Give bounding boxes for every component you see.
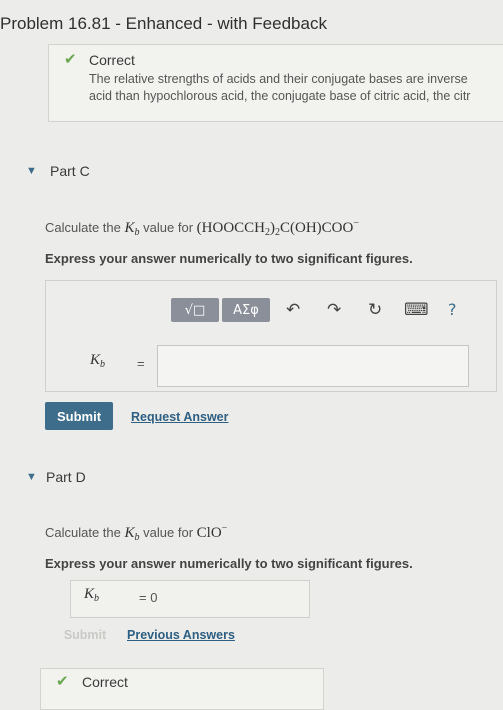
kb-label: Kb <box>84 586 100 604</box>
redo-icon[interactable]: ↷ <box>327 300 341 320</box>
undo-icon[interactable]: ↶ <box>286 300 300 320</box>
submitted-answer-box <box>70 580 310 618</box>
kb-symbol: Kb <box>124 220 140 238</box>
feedback-status: Correct <box>89 52 135 68</box>
submit-button[interactable]: Submit <box>45 402 113 430</box>
template-button[interactable]: √□ <box>171 298 219 322</box>
feedback-line-1: The relative strengths of acids and thei… <box>89 72 468 86</box>
kb-answer-input[interactable] <box>157 345 469 387</box>
part-d-instruction: Express your answer numerically to two s… <box>45 556 413 571</box>
checkmark-icon: ✔ <box>64 51 77 68</box>
greek-symbols-button[interactable]: ΑΣφ <box>222 298 270 322</box>
question-prefix: Calculate the <box>45 525 121 540</box>
question-mid: value for <box>143 525 194 540</box>
kb-label: Kb <box>90 352 106 370</box>
part-d-question: Calculate the Kb value for ClO− <box>45 523 227 543</box>
feedback-line-2: acid than hypochlorous acid, the conjuga… <box>89 89 471 103</box>
page-title: Problem 16.81 - Enhanced - with Feedback <box>0 14 327 33</box>
part-d-label[interactable]: Part D <box>46 469 86 485</box>
question-prefix: Calculate the <box>45 220 121 235</box>
feedback-text: The relative strengths of acids and thei… <box>89 71 470 105</box>
submitted-answer-value: = 0 <box>139 590 158 605</box>
correct-status: Correct <box>82 674 128 690</box>
part-c-instruction: Express your answer numerically to two s… <box>45 251 413 266</box>
reset-icon[interactable]: ↻ <box>368 300 382 320</box>
question-mid: value for <box>143 220 194 235</box>
previous-answers-link[interactable]: Previous Answers <box>127 628 235 642</box>
checkmark-icon: ✔ <box>56 673 69 690</box>
part-c-label[interactable]: Part C <box>50 163 90 179</box>
part-c-question: Calculate the Kb value for (HOOCCH2)2C(O… <box>45 218 359 238</box>
help-icon[interactable]: ? <box>448 300 457 319</box>
keyboard-icon[interactable]: ⌨ <box>404 300 429 320</box>
kb-symbol: Kb <box>124 525 140 543</box>
collapse-triangle-icon[interactable]: ▼ <box>26 471 37 483</box>
submit-button-disabled: Submit <box>63 628 107 642</box>
citrate-formula: (HOOCCH2)2C(OH)COO− <box>196 218 359 238</box>
collapse-triangle-icon[interactable]: ▼ <box>26 165 37 177</box>
hypochlorite-formula: ClO− <box>196 523 228 541</box>
equals-sign: = <box>137 356 145 371</box>
request-answer-link[interactable]: Request Answer <box>131 410 228 424</box>
